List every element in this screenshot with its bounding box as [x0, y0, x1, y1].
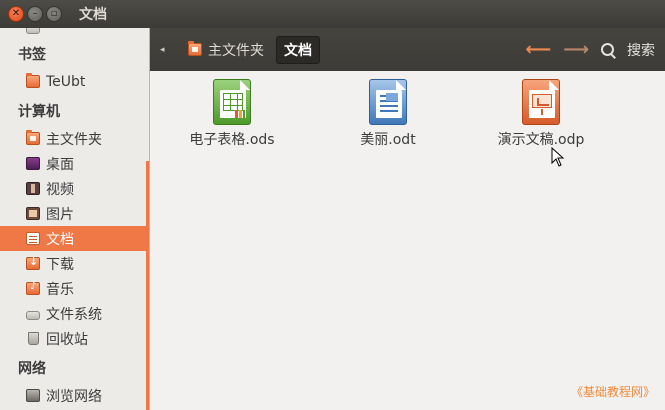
- sidebar-item-label: 桌面: [46, 156, 74, 173]
- search-icon[interactable]: [601, 42, 615, 57]
- sidebar-item-downloads[interactable]: 下载: [0, 251, 149, 276]
- drive-icon: [26, 28, 40, 34]
- sidebar-item-browse-network[interactable]: 浏览网络: [0, 383, 149, 408]
- sidebar: 书签 TeUbt 计算机 主文件夹 桌面 视频 图片 文档 下载 音乐 文件系统…: [0, 28, 150, 410]
- download-icon: [26, 255, 40, 270]
- file-name: 演示文稿.odp: [497, 132, 585, 148]
- sidebar-item-label: 主文件夹: [46, 131, 102, 148]
- breadcrumb-scroll-left-icon[interactable]: ◂: [160, 45, 172, 55]
- sidebar-item-label: 文档: [46, 231, 74, 248]
- sidebar-item-filesystem[interactable]: 文件系统: [0, 301, 149, 326]
- sidebar-item-label: 图片: [46, 206, 74, 223]
- maximize-window-button[interactable]: ▫: [46, 6, 62, 22]
- sidebar-item-documents[interactable]: 文档: [0, 226, 149, 251]
- documents-icon: [26, 232, 40, 245]
- sidebar-item-desktop[interactable]: 桌面: [0, 151, 149, 176]
- network-icon: [26, 389, 40, 402]
- breadcrumb-documents[interactable]: 文档: [276, 35, 320, 64]
- trash-icon: [28, 332, 39, 345]
- spreadsheet-file-icon: [213, 79, 251, 125]
- sidebar-item-label: 音乐: [46, 281, 74, 298]
- sidebar-item-music[interactable]: 音乐: [0, 276, 149, 301]
- sidebar-heading-network: 网络: [18, 361, 46, 377]
- home-folder-icon: [188, 41, 202, 56]
- sidebar-item-trash[interactable]: 回收站: [0, 326, 149, 351]
- presentation-file-icon: [522, 79, 560, 125]
- desktop-icon: [26, 157, 40, 170]
- text-document-file-icon: [369, 79, 407, 125]
- close-window-button[interactable]: ✕: [8, 6, 24, 22]
- sidebar-item-teubt[interactable]: TeUbt: [0, 69, 149, 94]
- filesystem-icon: [26, 310, 40, 320]
- window-title: 文档: [79, 7, 107, 23]
- mouse-pointer-icon: [551, 147, 565, 167]
- sidebar-partial-item[interactable]: [26, 28, 46, 36]
- sidebar-heading-computer: 计算机: [18, 104, 60, 120]
- file-item-presentation[interactable]: 演示文稿.odp: [466, 79, 616, 149]
- toolbar: ◂ 主文件夹 文档 ⟵ ⟶ 搜索: [150, 28, 665, 71]
- file-name: 美丽.odt: [360, 132, 416, 148]
- forward-arrow-icon[interactable]: ⟶: [563, 40, 589, 59]
- sidebar-item-label: 文件系统: [46, 306, 102, 323]
- breadcrumb-label: 主文件夹: [208, 42, 264, 59]
- breadcrumb-label: 文档: [284, 42, 312, 59]
- maximize-icon: ▫: [50, 8, 58, 19]
- file-item-text-document[interactable]: 美丽.odt: [313, 79, 463, 149]
- file-item-spreadsheet[interactable]: 电子表格.ods: [157, 79, 307, 149]
- sidebar-item-label: 视频: [46, 181, 74, 198]
- minimize-icon: –: [32, 8, 38, 19]
- sidebar-item-pictures[interactable]: 图片: [0, 201, 149, 226]
- toolbar-actions: ⟵ ⟶ 搜索: [525, 28, 655, 71]
- title-bar: ✕ – ▫ 文档: [0, 0, 665, 28]
- sidebar-item-label: 下载: [46, 256, 74, 273]
- close-icon: ✕: [11, 8, 21, 19]
- sidebar-item-videos[interactable]: 视频: [0, 176, 149, 201]
- file-name: 电子表格.ods: [189, 132, 275, 148]
- home-folder-icon: [26, 130, 40, 145]
- sidebar-item-label: 回收站: [46, 331, 88, 348]
- breadcrumb-home[interactable]: 主文件夹: [180, 36, 272, 64]
- folder-icon: [26, 73, 40, 88]
- watermark: 《基础教程网》: [570, 385, 655, 399]
- minimize-window-button[interactable]: –: [27, 6, 43, 22]
- back-arrow-icon[interactable]: ⟵: [525, 40, 551, 59]
- sidebar-item-label: TeUbt: [46, 73, 86, 90]
- pictures-icon: [26, 207, 40, 220]
- file-view[interactable]: 电子表格.ods 美丽.odt 演示文稿.odp 《基础教程网》: [150, 71, 665, 410]
- music-icon: [26, 281, 40, 295]
- video-icon: [26, 182, 40, 195]
- sidebar-item-home[interactable]: 主文件夹: [0, 126, 149, 151]
- sidebar-heading-bookmarks: 书签: [18, 47, 46, 63]
- search-button-label[interactable]: 搜索: [627, 40, 655, 60]
- sidebar-item-label: 浏览网络: [46, 388, 102, 405]
